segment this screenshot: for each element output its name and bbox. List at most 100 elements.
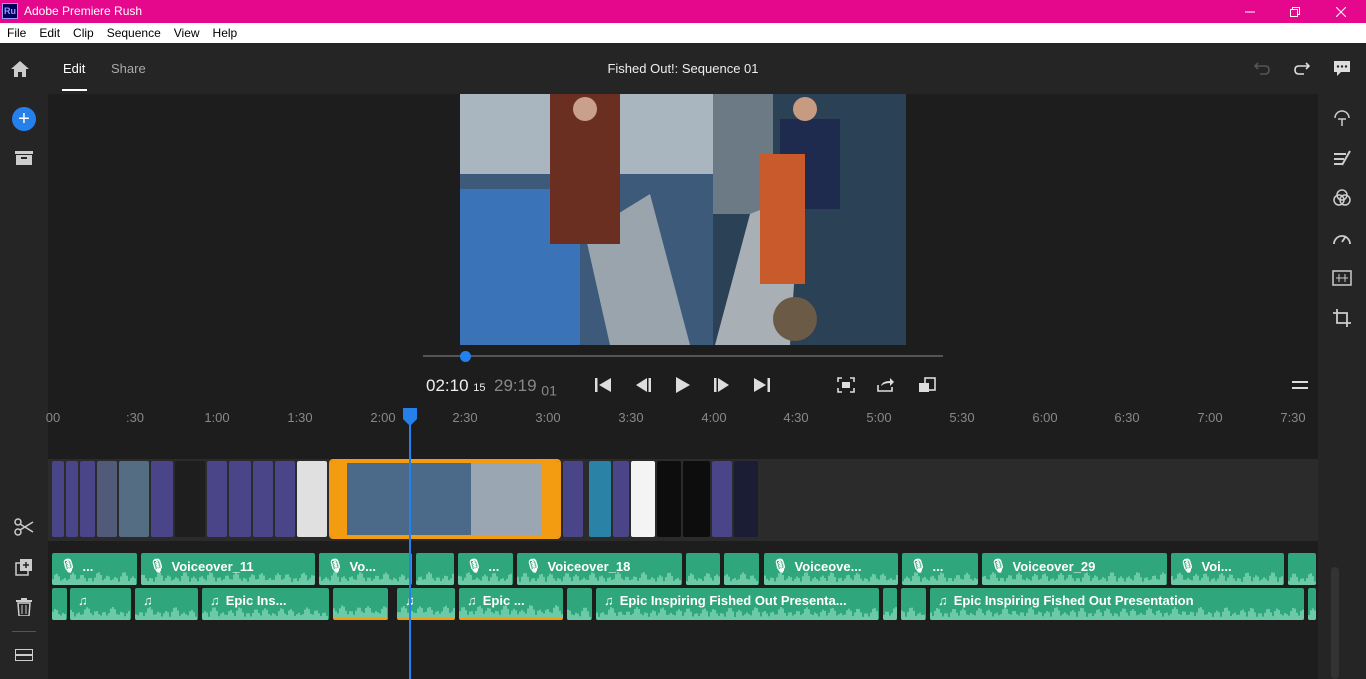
voiceover-clip[interactable]: 🎙 Voiceove... xyxy=(764,553,898,585)
speed-icon[interactable] xyxy=(1332,228,1352,248)
playhead-handle[interactable] xyxy=(403,408,417,426)
music-clip[interactable]: ♫ Epic ... xyxy=(459,588,563,620)
video-clip[interactable] xyxy=(119,461,149,537)
music-clip[interactable] xyxy=(883,588,897,620)
waveform xyxy=(459,605,563,618)
video-clip[interactable] xyxy=(80,461,95,537)
split-scissors-icon[interactable] xyxy=(14,518,34,536)
video-clip[interactable] xyxy=(563,461,583,537)
timeline-menu-icon[interactable] xyxy=(1290,375,1310,395)
loop-share-icon[interactable] xyxy=(876,375,896,395)
selected-video-clip[interactable] xyxy=(329,459,561,539)
waveform xyxy=(141,572,315,585)
voiceover-clip[interactable] xyxy=(416,553,454,585)
ruler-tick: 4:00 xyxy=(701,410,727,425)
waveform-path xyxy=(1288,573,1316,585)
music-clip[interactable]: ♫ xyxy=(70,588,131,620)
close-icon[interactable] xyxy=(1318,0,1364,23)
voiceover-clip[interactable]: 🎙... xyxy=(52,553,137,585)
music-clip[interactable]: ♫ Epic Ins... xyxy=(202,588,329,620)
video-clip[interactable] xyxy=(66,461,78,537)
video-clip[interactable] xyxy=(589,461,611,537)
video-clip[interactable] xyxy=(275,461,295,537)
scrub-handle[interactable] xyxy=(459,351,471,362)
step-forward-icon[interactable] xyxy=(712,375,732,395)
video-clip[interactable] xyxy=(175,461,205,537)
voiceover-clip[interactable]: 🎙... xyxy=(458,553,513,585)
music-clip[interactable] xyxy=(567,588,592,620)
video-clip[interactable] xyxy=(657,461,681,537)
video-clip[interactable] xyxy=(683,461,710,537)
voiceover-clip[interactable]: 🎙 Voi... xyxy=(1171,553,1284,585)
music-clip[interactable]: ♫ xyxy=(397,588,455,620)
undo-icon[interactable] xyxy=(1252,58,1272,78)
music-clip[interactable]: ♫ Epic Inspiring Fished Out Presenta... xyxy=(596,588,879,620)
waveform-path xyxy=(596,607,878,620)
voiceover-clip[interactable]: 🎙 Voiceover_11 xyxy=(141,553,315,585)
video-track[interactable] xyxy=(48,459,1318,541)
voiceover-clip[interactable] xyxy=(724,553,759,585)
menu-sequence[interactable]: Sequence xyxy=(107,26,161,40)
tab-share[interactable]: Share xyxy=(111,61,146,76)
timeline-scrollbar[interactable] xyxy=(1331,567,1339,679)
video-clip[interactable] xyxy=(253,461,273,537)
add-media-icon[interactable]: + xyxy=(12,107,36,131)
minimize-icon[interactable] xyxy=(1227,0,1273,23)
project-assets-icon[interactable] xyxy=(14,150,34,166)
audio-icon[interactable] xyxy=(1332,268,1352,288)
track-controls-icon[interactable] xyxy=(14,648,34,662)
music-clip[interactable]: ♫ Epic Inspiring Fished Out Presentation xyxy=(930,588,1304,620)
delete-trash-icon[interactable] xyxy=(14,597,34,617)
video-clip[interactable] xyxy=(207,461,227,537)
voiceover-clip[interactable]: 🎙... xyxy=(902,553,978,585)
menu-clip[interactable]: Clip xyxy=(73,26,94,40)
voiceover-clip[interactable] xyxy=(1288,553,1316,585)
ruler-tick: 4:30 xyxy=(783,410,809,425)
menu-edit[interactable]: Edit xyxy=(39,26,60,40)
home-icon[interactable] xyxy=(8,57,32,81)
aspect-ratio-icon[interactable] xyxy=(917,375,937,395)
music-clip[interactable] xyxy=(333,588,388,620)
transitions-icon[interactable] xyxy=(1332,148,1352,168)
active-tab-indicator xyxy=(62,89,87,91)
menu-help[interactable]: Help xyxy=(213,26,238,40)
waveform-path xyxy=(52,572,136,585)
music-clip[interactable] xyxy=(52,588,67,620)
scrub-bar[interactable] xyxy=(423,355,943,357)
titles-icon[interactable] xyxy=(1332,108,1352,128)
go-to-start-icon[interactable] xyxy=(593,375,613,395)
menu-file[interactable]: File xyxy=(7,26,26,40)
menu-view[interactable]: View xyxy=(174,26,200,40)
video-clip[interactable] xyxy=(631,461,655,537)
video-clip[interactable] xyxy=(613,461,629,537)
voiceover-clip[interactable]: 🎙 Voiceover_18 xyxy=(517,553,682,585)
music-clip[interactable]: ♫ xyxy=(135,588,198,620)
timeline-ruler[interactable]: 00 :30 1:00 1:30 2:00 2:30 3:00 3:30 4:0… xyxy=(46,400,1318,455)
voiceover-clip[interactable]: 🎙 Voiceover_29 xyxy=(982,553,1167,585)
tab-edit[interactable]: Edit xyxy=(63,61,85,76)
video-clip[interactable] xyxy=(229,461,251,537)
video-clip[interactable] xyxy=(151,461,173,537)
music-clip[interactable] xyxy=(901,588,926,620)
comments-icon[interactable] xyxy=(1332,58,1352,78)
restore-icon[interactable] xyxy=(1272,0,1318,23)
video-clip[interactable] xyxy=(297,461,327,537)
duplicate-icon[interactable] xyxy=(14,557,34,577)
step-back-icon[interactable] xyxy=(633,375,653,395)
crop-transform-icon[interactable] xyxy=(1332,308,1352,328)
video-clip[interactable] xyxy=(712,461,732,537)
video-preview[interactable] xyxy=(460,94,906,345)
voiceover-clip[interactable] xyxy=(686,553,720,585)
video-clip[interactable] xyxy=(52,461,64,537)
redo-icon[interactable] xyxy=(1292,58,1312,78)
go-to-end-icon[interactable] xyxy=(752,375,772,395)
video-clip[interactable] xyxy=(97,461,117,537)
play-icon[interactable] xyxy=(673,375,693,395)
fit-to-frame-icon[interactable] xyxy=(836,375,856,395)
voiceover-clip[interactable]: 🎙 Vo... xyxy=(319,553,412,585)
playhead-line[interactable] xyxy=(409,408,411,679)
music-clip[interactable] xyxy=(1308,588,1316,620)
window-title: Adobe Premiere Rush xyxy=(24,4,143,18)
video-clip[interactable] xyxy=(734,461,758,537)
color-icon[interactable] xyxy=(1332,188,1352,208)
